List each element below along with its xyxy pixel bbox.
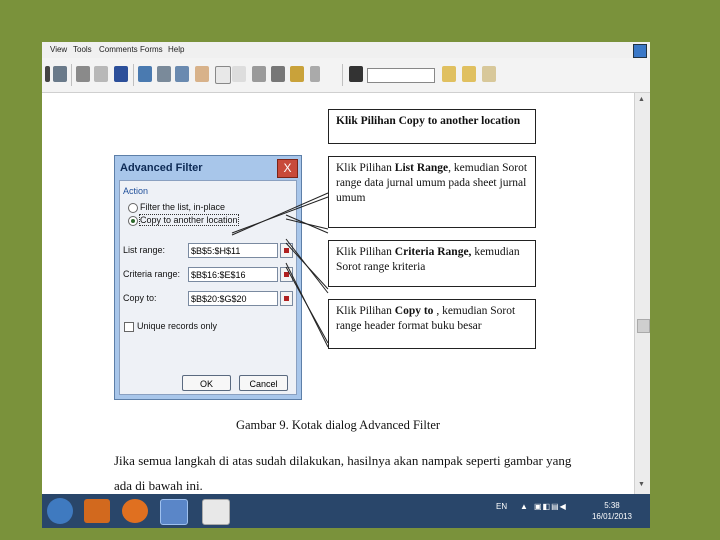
screen: View Tools Comments Forms Help Advanced … (42, 42, 650, 528)
refresh-icon[interactable] (157, 66, 171, 82)
close-icon[interactable]: X (277, 159, 298, 178)
stamp-icon[interactable] (290, 66, 304, 82)
language-indicator[interactable]: EN (496, 502, 507, 511)
toolbar-separator (342, 64, 343, 86)
menu-help[interactable]: Help (168, 45, 184, 54)
list-range-collapse-icon[interactable] (280, 243, 293, 258)
unique-records-label: Unique records only (137, 321, 218, 331)
scroll-down-icon[interactable]: ▼ (638, 481, 645, 488)
taskbar: EN ▲ ▣◧▤◀ 5:38 16/01/2013 (42, 494, 650, 528)
copy-to-label: Copy to: (123, 293, 157, 303)
callout-copy-to: Klik Pilihan Copy to , kemudian Sorot ra… (328, 299, 536, 349)
unique-records-checkbox[interactable] (124, 322, 134, 332)
pages-icon[interactable] (175, 66, 189, 82)
callout-3-bold: Criteria Range, (394, 246, 472, 258)
document-page: Advanced Filter X Action Filter the list… (42, 93, 634, 494)
list-range-label: List range: (123, 245, 166, 255)
criteria-range-input[interactable]: $B$16:$E$16 (188, 267, 278, 282)
callout-3-pre: Klik Pilihan (336, 246, 395, 258)
powerpoint-icon[interactable] (202, 499, 230, 525)
advanced-filter-dialog: Advanced Filter X Action Filter the list… (114, 155, 302, 400)
find-previous-icon[interactable] (442, 66, 456, 82)
callout-list-range: Klik Pilihan List Range, kemudian Sorot … (328, 156, 536, 228)
radio-copy-to-location[interactable] (128, 216, 138, 226)
cancel-button[interactable]: Cancel (239, 375, 288, 391)
screen-icon[interactable] (138, 66, 152, 82)
find-next-icon[interactable] (462, 66, 476, 82)
radio-copy-label: Copy to another location (139, 214, 239, 226)
clock-time: 5:38 (604, 501, 620, 510)
callout-4-bold: Copy to (394, 305, 434, 317)
list-range-input[interactable]: $B$5:$H$11 (188, 243, 278, 258)
start-button-icon[interactable] (47, 498, 73, 524)
firefox-icon[interactable] (122, 499, 148, 523)
cursor-icon[interactable] (232, 66, 246, 82)
criteria-range-collapse-icon[interactable] (280, 267, 293, 282)
dialog-body: Action Filter the list, in-place Copy to… (119, 180, 297, 395)
callout-1-bold: Klik Pilihan Copy to another location (336, 115, 521, 127)
paragraph-line-2: ada di bawah ini. (114, 478, 203, 493)
select-tool-icon[interactable] (215, 66, 231, 84)
ok-button[interactable]: OK (182, 375, 231, 391)
criteria-range-label: Criteria range: (123, 269, 181, 279)
menu-comments[interactable]: Comments (99, 45, 138, 54)
callout-4-pre: Klik Pilihan (336, 305, 395, 317)
restore-window-icon[interactable] (633, 44, 647, 58)
media-player-icon[interactable] (84, 499, 110, 523)
callout-2-pre: Klik Pilihan (336, 162, 395, 174)
scroll-thumb[interactable] (637, 319, 650, 333)
toolbar-separator (71, 64, 72, 86)
radio-filter-in-place[interactable] (128, 203, 138, 213)
facebook-icon[interactable] (114, 66, 128, 82)
pdf-reader-taskbar-icon[interactable] (160, 499, 188, 525)
vertical-scrollbar[interactable]: ▲ ▼ (634, 93, 650, 494)
tray-chevron-icon[interactable]: ▲ (520, 502, 528, 511)
save-icon[interactable] (53, 66, 67, 82)
email-icon[interactable] (94, 66, 108, 82)
scroll-up-icon[interactable]: ▲ (638, 96, 645, 103)
action-label: Action (123, 186, 149, 196)
callout-criteria-range: Klik Pilihan Criteria Range, kemudian So… (328, 240, 536, 287)
print-icon[interactable] (76, 66, 90, 82)
menu-forms[interactable]: Forms (140, 45, 163, 54)
clock-date: 16/01/2013 (591, 512, 632, 521)
dialog-title: Advanced Filter (120, 162, 203, 174)
pencil-icon[interactable] (310, 66, 320, 82)
menu-tools[interactable]: Tools (73, 45, 92, 54)
text-select-icon[interactable] (252, 66, 266, 82)
menu-view[interactable]: View (50, 45, 67, 54)
options-icon[interactable] (482, 66, 496, 82)
radio-filter-label: Filter the list, in-place (140, 202, 226, 212)
find-input[interactable] (367, 68, 435, 83)
clock[interactable]: 5:38 16/01/2013 (592, 500, 632, 522)
callout-copy-to-location: Klik Pilihan Copy to another location (328, 109, 536, 144)
paragraph-line-1: Jika semua langkah di atas sudah dilakuk… (114, 453, 572, 468)
copy-to-collapse-icon[interactable] (280, 291, 293, 306)
toolbar-grip-icon (45, 66, 50, 82)
callout-2-bold: List Range (394, 162, 449, 174)
snapshot-icon[interactable] (271, 66, 285, 82)
toolbar-separator (133, 64, 134, 86)
menu-bar: View Tools Comments Forms Help (42, 42, 650, 58)
toolbar (42, 58, 650, 93)
copy-to-input[interactable]: $B$20:$G$20 (188, 291, 278, 306)
tray-icons[interactable]: ▣◧▤◀ (534, 502, 574, 511)
hand-tool-icon[interactable] (195, 66, 209, 82)
figure-caption: Gambar 9. Kotak dialog Advanced Filter (235, 418, 441, 432)
binoculars-icon[interactable] (349, 66, 363, 82)
